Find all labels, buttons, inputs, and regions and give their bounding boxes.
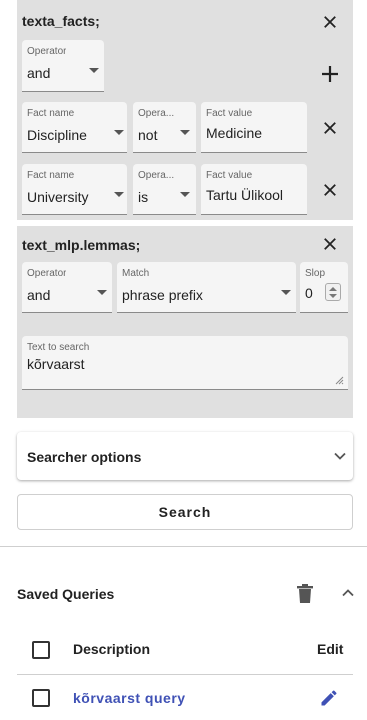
field-label: Fact name [27, 170, 75, 181]
facts-query-panel: texta_facts; Operator and Fact name Disc… [17, 0, 353, 220]
number-stepper[interactable] [325, 283, 341, 301]
text-to-search-textarea[interactable]: Text to search kõrvaarst [22, 336, 348, 390]
fact-name-select[interactable]: Fact name Discipline [22, 102, 127, 153]
field-value: kõrvaarst [27, 356, 85, 372]
field-value: Medicine [206, 125, 263, 141]
dropdown-arrow-icon [89, 68, 99, 73]
field-label: Opera... [138, 108, 175, 119]
fact-value-input[interactable]: Fact value Medicine [201, 102, 307, 153]
close-icon [324, 184, 336, 196]
field-label: Operator [27, 46, 67, 57]
dropdown-arrow-icon [114, 130, 124, 135]
description-column-header: Description [73, 641, 151, 657]
edit-icon[interactable] [319, 688, 339, 708]
divider [0, 546, 367, 547]
row-checkbox[interactable] [32, 689, 50, 707]
dropdown-arrow-icon [281, 290, 291, 295]
dropdown-arrow-icon [180, 130, 190, 135]
field-label: Fact value [206, 170, 253, 181]
fact-operator-select[interactable]: Opera... is [133, 164, 196, 215]
lemmas-operator-select[interactable]: Operator and [22, 262, 112, 313]
fact-name-select[interactable]: Fact name University [22, 164, 127, 215]
remove-fact-row-button[interactable] [318, 116, 342, 140]
resize-grip-icon[interactable] [334, 375, 344, 385]
remove-fact-row-button[interactable] [318, 178, 342, 202]
table-row-divider [17, 674, 353, 675]
remove-lemmas-panel-button[interactable] [318, 232, 342, 256]
field-value: and [27, 65, 51, 81]
add-icon[interactable] [320, 64, 340, 84]
field-value: not [138, 127, 158, 143]
match-select[interactable]: Match phrase prefix [117, 262, 296, 313]
facts-operator-select[interactable]: Operator and [22, 40, 104, 92]
field-value: and [27, 287, 51, 303]
field-label: Text to search [27, 342, 90, 353]
close-icon [324, 238, 336, 250]
dropdown-arrow-icon [97, 290, 107, 295]
dropdown-arrow-icon [114, 192, 124, 197]
searcher-options-panel[interactable]: Searcher options [17, 432, 353, 480]
facts-panel-title: texta_facts; [22, 13, 100, 29]
saved-query-link[interactable]: kõrvaarst query [73, 690, 186, 706]
lemmas-query-panel: text_mlp.lemmas; Operator and Match phra… [17, 226, 353, 418]
field-label: Operator [27, 268, 67, 279]
field-label: Opera... [138, 170, 175, 181]
fact-operator-select[interactable]: Opera... not [133, 102, 196, 153]
chevron-down-icon [334, 452, 346, 460]
saved-queries-title: Saved Queries [17, 586, 115, 602]
stepper-down-icon [329, 294, 337, 298]
field-label: Fact name [27, 108, 75, 119]
field-value: 0 [305, 285, 313, 301]
slop-input[interactable]: Slop 0 [300, 262, 348, 313]
delete-icon[interactable] [296, 584, 314, 604]
field-value: is [138, 189, 149, 205]
close-icon [324, 122, 336, 134]
search-button[interactable]: Search [17, 494, 353, 530]
close-icon [324, 16, 336, 28]
field-label: Fact value [206, 108, 253, 119]
select-all-checkbox[interactable] [32, 641, 50, 659]
field-value: Tartu Ülikool [206, 187, 284, 203]
remove-facts-panel-button[interactable] [318, 10, 342, 34]
stepper-up-icon [329, 287, 337, 291]
field-value: University [27, 189, 89, 205]
searcher-options-label: Searcher options [27, 449, 142, 465]
field-value: phrase prefix [122, 287, 203, 303]
field-label: Slop [305, 268, 326, 279]
lemmas-panel-title: text_mlp.lemmas; [22, 237, 141, 253]
fact-value-input[interactable]: Fact value Tartu Ülikool [201, 164, 307, 215]
dropdown-arrow-icon [180, 192, 190, 197]
edit-column-header: Edit [317, 641, 344, 657]
chevron-up-icon [342, 589, 354, 597]
field-value: Discipline [27, 127, 87, 143]
field-label: Match [122, 268, 150, 279]
